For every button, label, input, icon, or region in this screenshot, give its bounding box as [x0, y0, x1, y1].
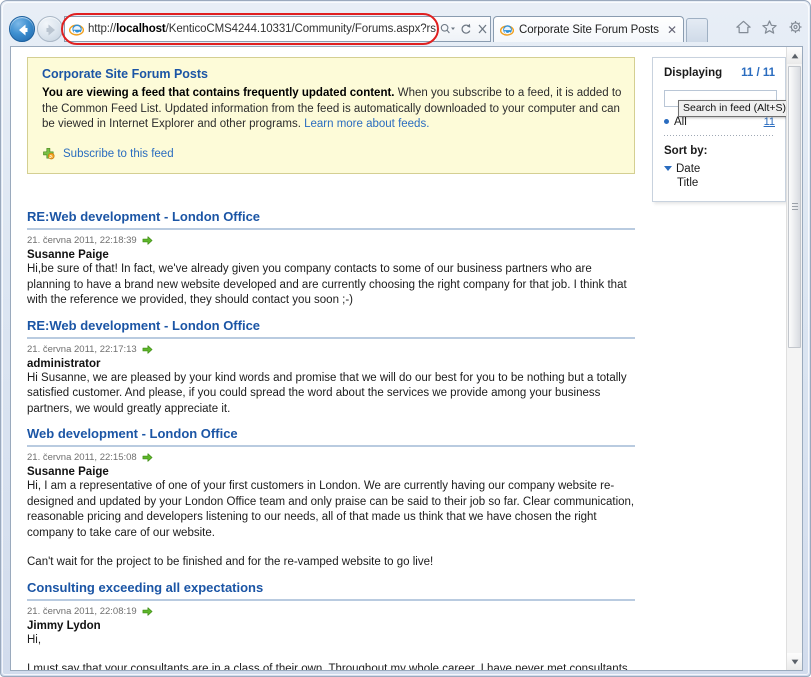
refresh-icon[interactable] [460, 22, 472, 36]
go-to-post-arrow-icon[interactable] [142, 235, 153, 246]
scroll-down-button[interactable] [787, 653, 802, 670]
page-viewport: Corporate Site Forum Posts You are viewi… [10, 46, 803, 671]
sort-option-date-label: Date [676, 162, 701, 175]
post-divider [27, 336, 635, 339]
radio-selected-icon [664, 119, 669, 124]
feed-post: RE:Web development - London Office 21. če… [27, 209, 635, 309]
feed-post: Web development - London Office 21. červn… [27, 426, 635, 571]
caret-down-icon [791, 659, 798, 664]
learn-more-link[interactable]: Learn more about feeds. [304, 118, 429, 130]
stop-icon[interactable] [477, 22, 488, 36]
post-meta: 21. června 2011, 22:15:08 [27, 452, 635, 463]
filter-all-row[interactable]: All 11 [664, 116, 775, 128]
tab-title: Corporate Site Forum Posts [519, 23, 659, 36]
toolbar-icons [735, 19, 804, 35]
post-body: Hi, I must say that your consultants are … [27, 633, 635, 671]
post-author: administrator [27, 357, 101, 370]
post-divider [27, 445, 635, 447]
feed-sidebar: Displaying 11 / 11 Search in feed (Alt+S… [652, 57, 792, 202]
displaying-count: 11 / 11 [741, 67, 775, 79]
go-to-post-arrow-icon[interactable] [142, 606, 153, 617]
go-to-post-arrow-icon[interactable] [142, 344, 153, 355]
post-body: Hi, I am a representative of one of your… [27, 479, 635, 571]
post-paragraph: Hi,be sure of that! In fact, we've alrea… [27, 263, 627, 306]
address-bar[interactable]: http://localhost/KenticoCMS4244.10331/Co… [64, 16, 436, 42]
subscribe-to-feed-link[interactable]: Subscribe to this feed [63, 148, 174, 160]
post-paragraph: Can't wait for the project to be finishe… [27, 556, 434, 568]
sort-option-title[interactable]: Title [664, 177, 775, 189]
post-date: 21. června 2011, 22:17:13 [27, 343, 137, 355]
post-author: Susanne Paige [27, 466, 109, 478]
post-body: Hi,be sure of that! In fact, we've alrea… [27, 262, 635, 309]
back-arrow-icon [19, 24, 28, 36]
address-bar-controls [436, 16, 491, 42]
search-tooltip: Search in feed (Alt+S) [678, 100, 792, 117]
tab-strip: Corporate Site Forum Posts ✕ [493, 16, 708, 43]
browser-window: http://localhost/KenticoCMS4244.10331/Co… [0, 0, 811, 677]
url-text: http://localhost/KenticoCMS4244.10331/Co… [88, 23, 436, 35]
post-date: 21. června 2011, 22:18:39 [27, 235, 137, 246]
post-paragraph: I must say that your consultants are in … [27, 663, 628, 671]
go-to-post-arrow-icon[interactable] [142, 452, 153, 463]
post-divider [27, 228, 635, 230]
search-magnifier-icon[interactable] [439, 22, 455, 36]
sort-option-date[interactable]: Date [664, 163, 775, 175]
feed-post: Consulting exceeding all expectations 21.… [27, 580, 635, 671]
caret-up-icon [791, 53, 798, 58]
filter-all-count[interactable]: 11 [764, 116, 775, 128]
post-meta: 21. června 2011, 22:17:13 [27, 344, 635, 355]
back-button[interactable] [9, 16, 35, 42]
sort-option-title-label: Title [677, 176, 699, 189]
post-date: 21. června 2011, 22:15:08 [27, 452, 137, 463]
post-meta: 21. června 2011, 22:08:19 [27, 606, 635, 617]
post-date: 21. června 2011, 22:08:19 [27, 605, 137, 617]
post-paragraph: Hi, [27, 633, 42, 646]
filter-all-label: All [674, 115, 687, 128]
subscribe-row: Subscribe to this feed [42, 147, 622, 161]
filter-all-left: All [664, 116, 687, 128]
post-body: Hi Susanne, we are pleased by your kind … [27, 371, 635, 418]
tab-close-icon[interactable]: ✕ [665, 24, 679, 36]
forward-button[interactable] [37, 16, 63, 42]
post-title-link[interactable]: RE:Web development - London Office [27, 318, 635, 337]
vertical-scrollbar[interactable] [786, 47, 802, 670]
home-icon[interactable] [735, 19, 752, 35]
search-wrap: Search in feed (Alt+S) [664, 88, 792, 117]
star-favorites-icon[interactable] [761, 19, 778, 35]
post-paragraph: Hi, I am a representative of one of your… [27, 480, 635, 539]
feed-page-title: Corporate Site Forum Posts [42, 67, 208, 81]
sort-by-label: Sort by: [664, 144, 708, 157]
feed-post: RE:Web development - London Office 21. če… [27, 318, 635, 418]
post-title-link[interactable]: Consulting exceeding all expectations [27, 580, 635, 599]
post-author: Jimmy Lydon [27, 619, 101, 632]
feed-page: Corporate Site Forum Posts You are viewi… [11, 47, 792, 671]
forward-arrow-icon [46, 24, 55, 36]
browser-toolbar: http://localhost/KenticoCMS4244.10331/Co… [1, 13, 810, 47]
tab-corporate-site-forum-posts[interactable]: Corporate Site Forum Posts ✕ [493, 16, 684, 42]
sort-descending-icon [664, 166, 672, 171]
post-title-link[interactable]: RE:Web development - London Office [27, 209, 635, 228]
tab-favicon-icon [500, 24, 514, 36]
post-divider [27, 598, 635, 601]
post-author: Susanne Paige [27, 249, 109, 261]
feed-description: You are viewing a feed that contains fre… [42, 86, 622, 133]
feed-description-bold: You are viewing a feed that contains fre… [42, 87, 395, 99]
feed-post-list: RE:Web development - London Office 21. če… [27, 209, 635, 671]
internet-explorer-icon [69, 23, 84, 36]
new-tab-button[interactable] [686, 18, 708, 42]
feed-info-box: Corporate Site Forum Posts You are viewi… [27, 57, 635, 174]
scrollbar-grip [792, 203, 798, 211]
scroll-up-button[interactable] [787, 47, 802, 64]
displaying-row: Displaying 11 / 11 [664, 67, 775, 79]
add-feed-icon [43, 147, 55, 159]
post-meta: 21. června 2011, 22:18:39 [27, 235, 635, 246]
post-paragraph: Hi Susanne, we are pleased by your kind … [27, 371, 627, 415]
scrollbar-thumb[interactable] [788, 66, 801, 348]
gear-tools-icon[interactable] [787, 19, 804, 35]
sidebar-divider [664, 134, 775, 136]
post-title-link[interactable]: Web development - London Office [27, 426, 635, 445]
displaying-label: Displaying [664, 67, 723, 79]
